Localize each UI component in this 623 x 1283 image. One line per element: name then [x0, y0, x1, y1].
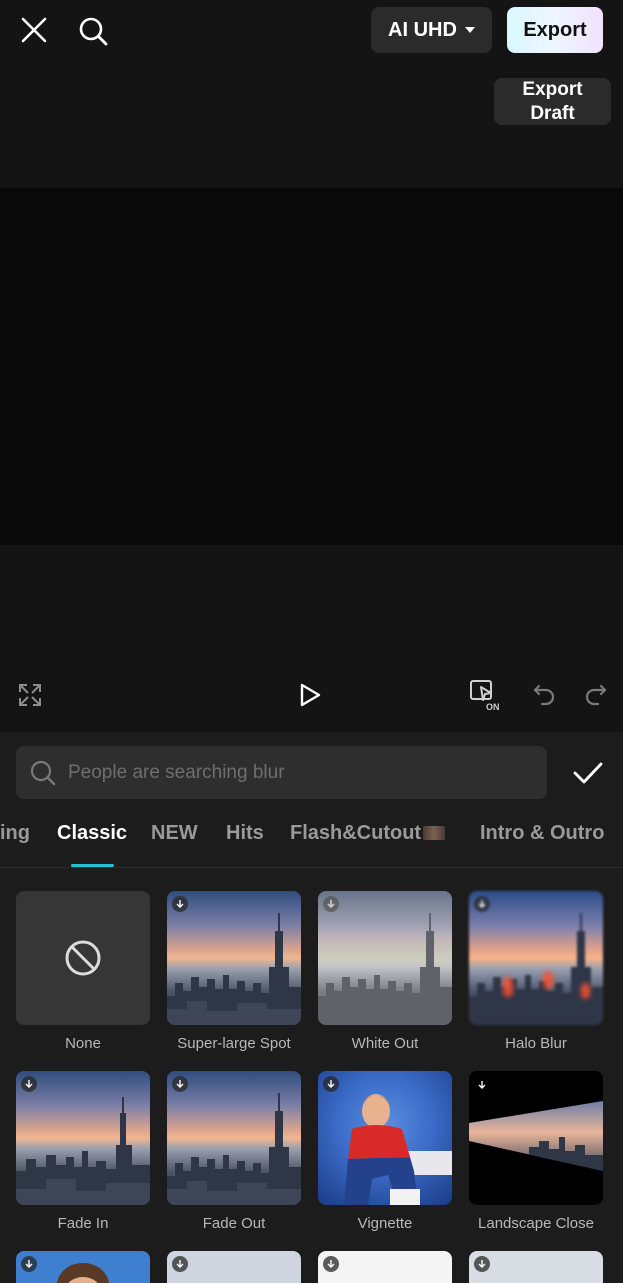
effect-card-super-large-spot[interactable]: Super-large Spot — [167, 891, 301, 1052]
download-icon — [172, 1256, 188, 1272]
tab-label: Flash&Cutout — [290, 822, 422, 844]
keyframe-on-icon: ON — [470, 680, 500, 711]
effect-label: None — [65, 1035, 101, 1052]
video-preview[interactable] — [0, 188, 623, 545]
effect-card-none[interactable]: None — [16, 891, 150, 1052]
effect-card-white-out[interactable]: White Out — [318, 891, 452, 1052]
undo-button[interactable] — [528, 678, 560, 710]
effect-card-landscape-close[interactable]: Landscape Close — [469, 1071, 603, 1232]
effect-label: Halo Blur — [505, 1035, 567, 1052]
svg-text:ON: ON — [486, 702, 500, 711]
effect-card-halo-blur[interactable]: Halo Blur — [469, 891, 603, 1052]
tab-flash-cutout[interactable]: Flash&Cutout — [290, 822, 446, 845]
confirm-button[interactable] — [570, 755, 606, 791]
effect-card-partial[interactable] — [167, 1251, 301, 1283]
effect-card-fade-in[interactable]: Fade In — [16, 1071, 150, 1232]
effect-label: Vignette — [357, 1215, 413, 1232]
city-skyline-image — [318, 913, 452, 1025]
download-icon — [323, 1256, 339, 1272]
effect-search-field[interactable] — [16, 746, 547, 799]
export-button[interactable]: Export — [507, 7, 603, 53]
effect-label: Fade Out — [202, 1215, 266, 1232]
search-input[interactable] — [68, 761, 508, 784]
checkmark-icon — [573, 762, 603, 784]
effect-label: Fade In — [57, 1215, 109, 1232]
export-draft-button[interactable]: Export Draft — [494, 78, 611, 125]
search-button[interactable] — [72, 10, 114, 52]
close-button[interactable] — [14, 10, 54, 50]
export-draft-label: Export Draft — [522, 78, 583, 124]
undo-icon — [533, 684, 555, 706]
tab-label: NEW — [151, 822, 198, 844]
tab-label: ing — [0, 822, 30, 844]
download-icon — [172, 896, 188, 912]
tab-classic[interactable]: Classic — [57, 822, 127, 845]
download-icon — [477, 1077, 487, 1095]
effect-thumbnail — [167, 1071, 301, 1205]
effect-card-partial[interactable] — [469, 1251, 603, 1283]
search-icon — [30, 760, 56, 785]
tab-label: Classic — [57, 822, 128, 844]
tab-thumbnail-icon — [423, 826, 446, 840]
city-skyline-image — [167, 1093, 301, 1205]
city-skyline-image — [167, 913, 301, 1025]
city-skyline-image — [16, 1097, 150, 1205]
quality-label: AI UHD — [388, 18, 457, 41]
effect-thumbnail — [469, 891, 603, 1025]
download-icon — [323, 1076, 339, 1092]
effect-thumbnail — [318, 1071, 452, 1205]
search-icon — [79, 17, 108, 46]
effect-thumbnail — [318, 891, 452, 1025]
effect-label: White Out — [351, 1035, 419, 1052]
caret-down-icon — [464, 27, 475, 33]
fullscreen-button[interactable] — [14, 679, 46, 711]
fullscreen-icon — [19, 684, 41, 706]
tab-intro-outro[interactable]: Intro & Outro — [480, 822, 604, 845]
effect-card-partial[interactable] — [16, 1251, 150, 1283]
bokeh-light — [543, 971, 553, 989]
redo-button[interactable] — [580, 678, 612, 710]
tab-label: Hits — [226, 822, 264, 844]
bokeh-light — [503, 977, 513, 997]
download-icon — [21, 1076, 37, 1092]
tab-new[interactable]: NEW — [151, 822, 198, 845]
effect-thumbnail — [167, 891, 301, 1025]
download-icon — [474, 896, 490, 912]
category-tabs: ing Classic NEW Hits Flash&Cutout Intro … — [0, 814, 623, 868]
tab-label: Intro & Outro — [480, 822, 605, 844]
effect-thumbnail — [469, 1071, 603, 1205]
quality-dropdown[interactable]: AI UHD — [371, 7, 492, 53]
no-effect-icon — [65, 940, 101, 976]
active-tab-indicator — [71, 864, 114, 867]
effect-thumbnail — [16, 891, 150, 1025]
play-icon — [300, 683, 321, 707]
tab-hits[interactable]: Hits — [226, 822, 264, 845]
effect-card-fade-out[interactable]: Fade Out — [167, 1071, 301, 1232]
play-button[interactable] — [292, 677, 328, 713]
redo-icon — [585, 684, 607, 706]
download-icon — [172, 1076, 188, 1092]
effect-label: Super-large Spot — [177, 1035, 291, 1052]
download-icon — [323, 896, 339, 912]
effect-card-vignette[interactable]: Vignette — [318, 1071, 452, 1232]
effect-card-partial[interactable] — [318, 1251, 452, 1283]
close-icon — [21, 17, 47, 43]
bokeh-light — [581, 983, 590, 999]
tab-trending[interactable]: ing — [0, 822, 30, 845]
city-skyline-image — [469, 913, 603, 1025]
person-photo-image — [344, 1094, 452, 1205]
export-label: Export — [523, 18, 587, 41]
download-icon — [474, 1256, 490, 1272]
download-icon — [21, 1256, 37, 1272]
effect-label: Landscape Close — [478, 1215, 594, 1232]
diagonal-band-image — [469, 1101, 603, 1171]
keyframe-toggle-button[interactable]: ON — [467, 677, 507, 713]
effect-thumbnail — [16, 1071, 150, 1205]
